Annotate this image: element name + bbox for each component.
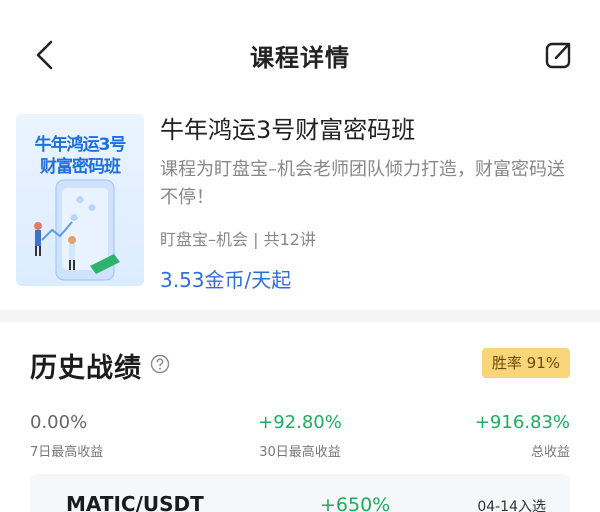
winrate-badge: 胜率 91% [481,348,570,378]
course-title: 牛年鸿运3号财富密码班 [160,116,416,144]
question-circle-icon [150,354,170,374]
course-meta: 盯盘宝–机会 | 共12讲 [160,230,316,249]
page-title: 课程详情 [250,44,350,72]
record-pair: MATIC/USDT [66,492,204,512]
record-gain: +650% [320,494,391,512]
stat-label: 7日最高收益 [30,445,104,460]
stat-7day: 0.00% 7日最高收益 [30,412,103,460]
share-button[interactable] [544,40,572,70]
stat-label: 30日最高收益 [259,445,341,460]
record-date: 04-14入选 [477,499,546,512]
history-section: 历史战绩 胜率 91% 0.00% 7日最高收益 +92.80% 30日最高收益… [0,322,600,512]
stat-30day: +92.80% 30日最高收益 [240,412,360,460]
stat-total: +916.83% 总收益 [475,412,570,460]
course-cover-image: 牛年鸿运3号 财富密码班 [16,114,144,286]
history-title: 历史战绩 [30,353,142,384]
share-icon [545,42,571,69]
stat-value: 0.00% [30,412,88,433]
section-divider [0,310,600,322]
stat-value: +92.80% [258,412,342,433]
cover-illustration [34,179,120,281]
stat-label: 总收益 [530,445,570,460]
help-button[interactable] [150,354,170,374]
stat-value: +916.83% [474,412,570,433]
course-card: 牛年鸿运3号 财富密码班 牛年鸿运3号财富密码班 课程为盯盘宝–机会老师团队倾力… [0,110,600,310]
course-price: 3.53金币/天起 [160,268,292,292]
nav-bar: 课程详情 [0,0,600,110]
record-item[interactable]: MATIC/USDT +650% 04-14入选 [30,474,570,512]
course-description: 课程为盯盘宝–机会老师团队倾力打造，财富密码送不停！ [160,159,565,208]
